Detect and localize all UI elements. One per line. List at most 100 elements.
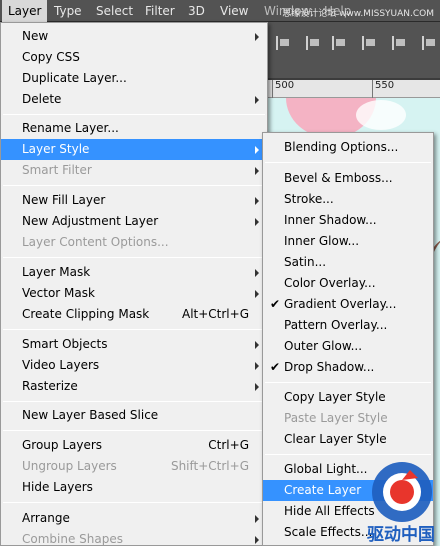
menu-item-label: Smart Objects — [22, 337, 108, 351]
menu-item-create-clipping-mask[interactable]: Create Clipping Mask Alt+Ctrl+G — [1, 304, 267, 325]
menu-item-new-fill-layer[interactable]: New Fill Layer — [1, 190, 267, 211]
menu-item-paste-layer-style[interactable]: Paste Layer Style — [263, 408, 433, 429]
menu-separator — [3, 114, 265, 115]
menu-item-copy-layer-style[interactable]: Copy Layer Style — [263, 387, 433, 408]
menu-item-vector-mask[interactable]: Vector Mask — [1, 283, 267, 304]
menu-item-satin[interactable]: Satin... — [263, 252, 433, 273]
menu-item-label: Clear Layer Style — [284, 432, 387, 446]
menu-item-new-adjustment-layer[interactable]: New Adjustment Layer — [1, 211, 267, 232]
menu-item-shortcut: Shift+Ctrl+G — [170, 459, 249, 473]
menu-separator — [3, 257, 265, 258]
submenu-arrow-icon — [255, 33, 259, 41]
menu-item-new[interactable]: New — [1, 26, 267, 47]
white-shape — [356, 100, 406, 130]
menu-3d[interactable]: 3D — [182, 0, 211, 22]
menu-item-bevel-emboss[interactable]: Bevel & Emboss... — [263, 168, 433, 189]
menu-item-label: Vector Mask — [22, 286, 95, 300]
checkmark-icon: ✔ — [270, 297, 281, 311]
menu-item-inner-shadow[interactable]: Inner Shadow... — [263, 210, 433, 231]
menu-type[interactable]: Type — [48, 0, 88, 22]
submenu-arrow-icon — [255, 536, 259, 544]
menu-item-group-layers[interactable]: Group Layers Ctrl+G — [1, 435, 267, 456]
submenu-arrow-icon — [255, 146, 259, 154]
ruler-mark: 550 — [372, 80, 394, 98]
site-logo: 驱动中国 — [367, 462, 435, 545]
menu-item-label: Inner Glow... — [284, 234, 360, 248]
menu-item-copy-css[interactable]: Copy CSS — [1, 47, 267, 68]
submenu-arrow-icon — [255, 269, 259, 277]
menu-item-layer-mask[interactable]: Layer Mask — [1, 262, 267, 283]
menu-item-label: Combine Shapes — [22, 532, 123, 546]
align-bottom-icon[interactable] — [392, 36, 406, 50]
menu-item-label: Layer Style — [22, 142, 90, 156]
menu-item-delete[interactable]: Delete — [1, 89, 267, 110]
menu-item-pattern-overlay[interactable]: Pattern Overlay... — [263, 315, 433, 336]
submenu-arrow-icon — [255, 341, 259, 349]
menu-item-label: Duplicate Layer... — [22, 71, 127, 85]
menu-item-label: New Layer Based Slice — [22, 408, 159, 422]
menu-item-label: New — [22, 29, 49, 43]
menu-view[interactable]: View — [214, 0, 254, 22]
submenu-arrow-icon — [255, 96, 259, 104]
menu-item-new-layer-based-slice[interactable]: New Layer Based Slice — [1, 405, 267, 426]
menu-item-label: Outer Glow... — [284, 339, 363, 353]
checkmark-icon: ✔ — [270, 360, 281, 374]
menu-item-label: Rasterize — [22, 379, 78, 393]
menu-item-label: Paste Layer Style — [284, 411, 388, 425]
menu-layer[interactable]: Layer — [2, 0, 48, 22]
menu-item-color-overlay[interactable]: Color Overlay... — [263, 273, 433, 294]
menu-item-blending-options[interactable]: Blending Options... — [263, 137, 433, 158]
menu-separator — [3, 502, 265, 503]
menu-filter[interactable]: Filter — [139, 0, 181, 22]
menu-item-layer-style[interactable]: Layer Style — [1, 139, 267, 160]
menu-separator — [265, 382, 431, 383]
menu-item-label: Gradient Overlay... — [284, 297, 397, 311]
menu-select[interactable]: Select — [90, 0, 139, 22]
menu-item-label: Video Layers — [22, 358, 100, 372]
align-right-icon[interactable] — [422, 36, 436, 50]
submenu-arrow-icon — [255, 515, 259, 523]
menu-item-rasterize[interactable]: Rasterize — [1, 376, 267, 397]
menu-item-label: Pattern Overlay... — [284, 318, 388, 332]
menu-item-label: Hide Layers — [22, 480, 93, 494]
align-center-icon[interactable] — [306, 36, 320, 50]
menu-item-smart-objects[interactable]: Smart Objects — [1, 334, 267, 355]
menu-separator — [3, 329, 265, 330]
align-middle-icon[interactable] — [362, 36, 376, 50]
menu-item-label: Layer Content Options... — [22, 235, 169, 249]
submenu-arrow-icon — [255, 362, 259, 370]
menu-item-label: Stroke... — [284, 192, 334, 206]
menu-item-inner-glow[interactable]: Inner Glow... — [263, 231, 433, 252]
menu-item-label: Rename Layer... — [22, 121, 119, 135]
menu-item-combine-shapes[interactable]: Combine Shapes — [1, 529, 267, 546]
menu-item-label: Group Layers — [22, 438, 103, 452]
align-left-icon[interactable] — [276, 36, 290, 50]
menu-item-drop-shadow[interactable]: ✔ Drop Shadow... — [263, 357, 433, 378]
menu-item-clear-layer-style[interactable]: Clear Layer Style — [263, 429, 433, 450]
menu-separator — [3, 401, 265, 402]
submenu-arrow-icon — [255, 167, 259, 175]
submenu-arrow-icon — [255, 290, 259, 298]
menu-item-outer-glow[interactable]: Outer Glow... — [263, 336, 433, 357]
logo-text: 驱动中国 — [367, 524, 435, 545]
menu-item-duplicate-layer[interactable]: Duplicate Layer... — [1, 68, 267, 89]
menu-item-smart-filter[interactable]: Smart Filter — [1, 160, 267, 181]
menu-item-label: Layer Mask — [22, 265, 91, 279]
menu-item-stroke[interactable]: Stroke... — [263, 189, 433, 210]
menu-item-gradient-overlay[interactable]: ✔ Gradient Overlay... — [263, 294, 433, 315]
layer-menu: New Copy CSS Duplicate Layer... Delete R… — [0, 22, 268, 546]
submenu-arrow-icon — [255, 218, 259, 226]
menu-item-arrange[interactable]: Arrange — [1, 508, 267, 529]
options-bar — [266, 22, 440, 78]
menu-item-label: Global Light... — [284, 462, 368, 476]
menu-item-label: Create Layer — [284, 483, 362, 497]
menu-item-ungroup-layers[interactable]: Ungroup Layers Shift+Ctrl+G — [1, 456, 267, 477]
menu-item-shortcut: Alt+Ctrl+G — [181, 307, 249, 321]
menu-item-hide-layers[interactable]: Hide Layers — [1, 477, 267, 498]
menu-item-rename-layer[interactable]: Rename Layer... — [1, 118, 267, 139]
menu-item-video-layers[interactable]: Video Layers — [1, 355, 267, 376]
align-top-icon[interactable] — [332, 36, 346, 50]
menu-item-layer-content-options[interactable]: Layer Content Options... — [1, 232, 267, 253]
menu-item-label: Color Overlay... — [284, 276, 376, 290]
menu-item-label: Ungroup Layers — [22, 459, 117, 473]
